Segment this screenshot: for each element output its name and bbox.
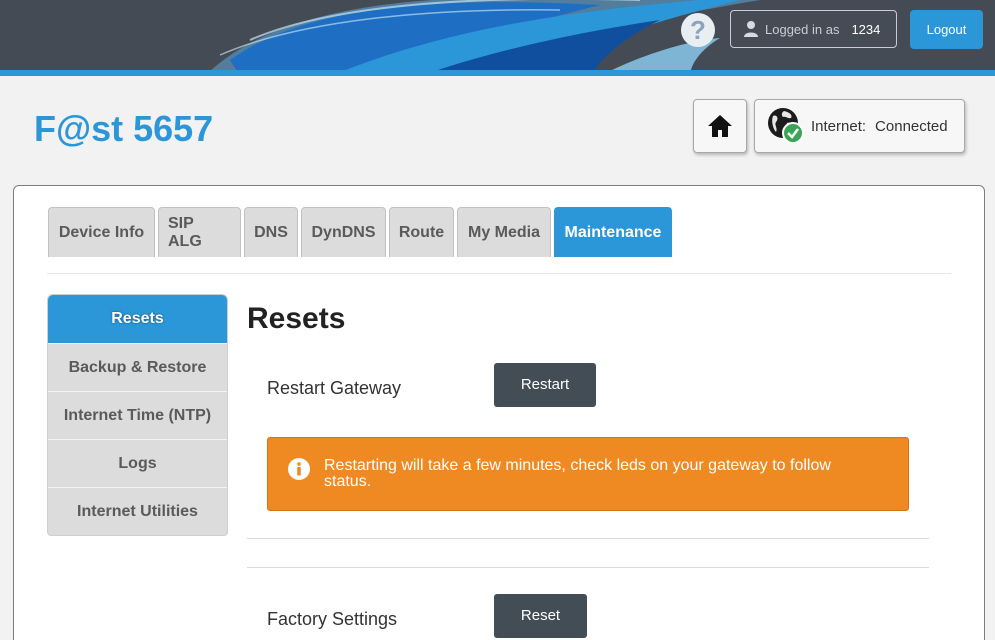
section-divider (247, 567, 929, 568)
sidebar-item-resets[interactable]: Resets (48, 295, 227, 343)
home-icon (708, 115, 732, 137)
tab-maintenance[interactable]: Maintenance (554, 207, 672, 257)
tab-dns[interactable]: DNS (244, 207, 298, 257)
info-icon (288, 458, 310, 480)
tabs-divider (47, 273, 951, 274)
tab-bar: Device Info SIP ALG DNS DynDNS Route My … (48, 207, 675, 257)
tab-device-info[interactable]: Device Info (48, 207, 155, 257)
internet-label: Internet: (811, 117, 867, 135)
internet-status: Internet: Connected (754, 99, 965, 153)
user-id: 1234 (851, 21, 881, 37)
tab-dyndns[interactable]: DynDNS (301, 207, 386, 257)
sidebar-item-internet-time[interactable]: Internet Time (NTP) (48, 391, 227, 439)
restart-info-alert: Restarting will take a few minutes, chec… (267, 437, 909, 511)
alert-text: Restarting will take a few minutes, chec… (324, 457, 831, 490)
reset-button[interactable]: Reset (494, 594, 587, 638)
restart-button[interactable]: Restart (494, 363, 596, 407)
sidebar-item-logs[interactable]: Logs (48, 439, 227, 487)
user-info: Logged in as 1234 (730, 10, 897, 48)
home-button[interactable] (693, 99, 747, 153)
sidebar-item-backup-restore[interactable]: Backup & Restore (48, 343, 227, 391)
page-title: Resets (247, 302, 346, 335)
globe-check-icon (768, 108, 804, 144)
tab-my-media[interactable]: My Media (457, 207, 551, 257)
sidebar: Resets Backup & Restore Internet Time (N… (47, 294, 228, 536)
help-button[interactable]: ? (681, 13, 715, 47)
restart-gateway-label: Restart Gateway (267, 378, 402, 398)
sidebar-item-internet-utilities[interactable]: Internet Utilities (48, 487, 227, 535)
tab-route[interactable]: Route (389, 207, 454, 257)
logout-button[interactable]: Logout (910, 10, 983, 49)
internet-status-value: Connected (875, 117, 948, 135)
section-divider (247, 538, 929, 539)
factory-settings-label: Factory Settings (267, 609, 398, 629)
banner-stripe (0, 70, 995, 76)
user-icon (744, 21, 758, 37)
brand-title: F@st 5657 (34, 108, 214, 149)
tab-sip-alg[interactable]: SIP ALG (158, 207, 241, 257)
logged-in-label: Logged in as (765, 21, 840, 37)
